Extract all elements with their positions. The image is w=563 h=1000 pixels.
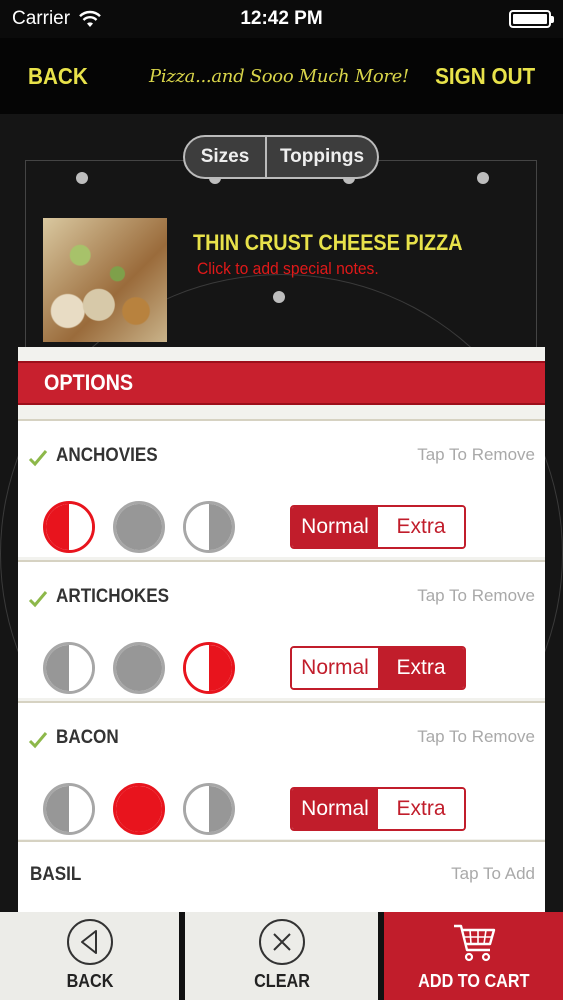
nav-bar: BACK Pizza...and Sooo Much More! SIGN OU… [0,38,563,114]
special-notes-link[interactable]: Click to add special notes. [197,259,379,279]
topping-row-anchovies: ANCHOVIES Tap To Remove Normal Extra [18,419,545,557]
topping-row-bacon: BACON Tap To Remove Normal Extra [18,701,545,839]
pizza-thumbnail [43,218,167,342]
check-icon [28,732,48,749]
left-half-portion-button[interactable] [43,501,95,553]
status-bar: Carrier 12:42 PM [0,0,563,38]
whole-portion-button[interactable] [113,501,165,553]
tagline: Pizza...and Sooo Much More! [149,65,409,87]
options-title: OPTIONS [44,370,134,395]
add-to-cart-label: ADD TO CART [417,971,530,991]
carrier-label: Carrier [12,8,71,29]
board-peg [477,172,489,184]
left-half-portion-button[interactable] [43,642,95,694]
size-topping-segment: Sizes Toppings [183,135,379,179]
options-panel: OPTIONS ANCHOVIES Tap To Remove Normal E… [18,347,545,912]
right-half-portion-button[interactable] [183,783,235,835]
amount-toggle: Normal Extra [290,646,466,690]
board-peg [76,172,88,184]
add-to-cart-button[interactable]: ADD TO CART [384,912,563,1000]
check-icon [28,450,48,467]
check-icon [28,591,48,608]
board-peg [273,291,285,303]
tap-to-remove[interactable]: Tap To Remove [417,727,535,747]
clear-button[interactable]: CLEAR [185,912,378,1000]
cart-icon [453,924,495,962]
normal-amount-button[interactable]: Normal [292,648,378,688]
topping-name: ANCHOVIES [56,445,158,466]
tap-to-add[interactable]: Tap To Add [451,864,535,884]
wifi-icon [79,10,101,27]
extra-amount-button[interactable]: Extra [378,507,464,547]
back-label: BACK [66,971,113,991]
back-button[interactable]: BACK [0,912,179,1000]
options-header: OPTIONS [18,361,545,405]
whole-portion-button[interactable] [113,783,165,835]
normal-amount-button[interactable]: Normal [292,789,378,829]
tab-sizes[interactable]: Sizes [185,137,265,177]
sign-out-button[interactable]: SIGN OUT [435,63,535,90]
frame-line-right [536,160,537,360]
right-half-portion-button[interactable] [183,642,235,694]
product-title: THIN CRUST CHEESE PIZZA [193,230,463,255]
frame-line-left [25,160,26,360]
tab-toppings[interactable]: Toppings [265,137,377,177]
extra-amount-button[interactable]: Extra [378,789,464,829]
amount-toggle: Normal Extra [290,505,466,549]
topping-row-artichokes: ARTICHOKES Tap To Remove Normal Extra [18,560,545,698]
right-half-portion-button[interactable] [183,501,235,553]
clear-label: CLEAR [253,971,310,991]
left-half-portion-button[interactable] [43,783,95,835]
amount-toggle: Normal Extra [290,787,466,831]
whole-portion-button[interactable] [113,642,165,694]
topping-name: BASIL [30,864,82,885]
clear-x-icon [258,919,305,965]
battery-icon [509,10,554,28]
topping-row-basil[interactable]: BASIL Tap To Add [18,840,545,912]
nav-back-button[interactable]: BACK [28,63,88,90]
extra-amount-button[interactable]: Extra [378,648,464,688]
bottom-bar: BACK CLEAR ADD TO CART [0,912,563,1000]
tap-to-remove[interactable]: Tap To Remove [417,586,535,606]
topping-name: BACON [56,727,119,748]
back-arrow-icon [66,919,113,965]
topping-name: ARTICHOKES [56,586,170,607]
tap-to-remove[interactable]: Tap To Remove [417,445,535,465]
normal-amount-button[interactable]: Normal [292,507,378,547]
